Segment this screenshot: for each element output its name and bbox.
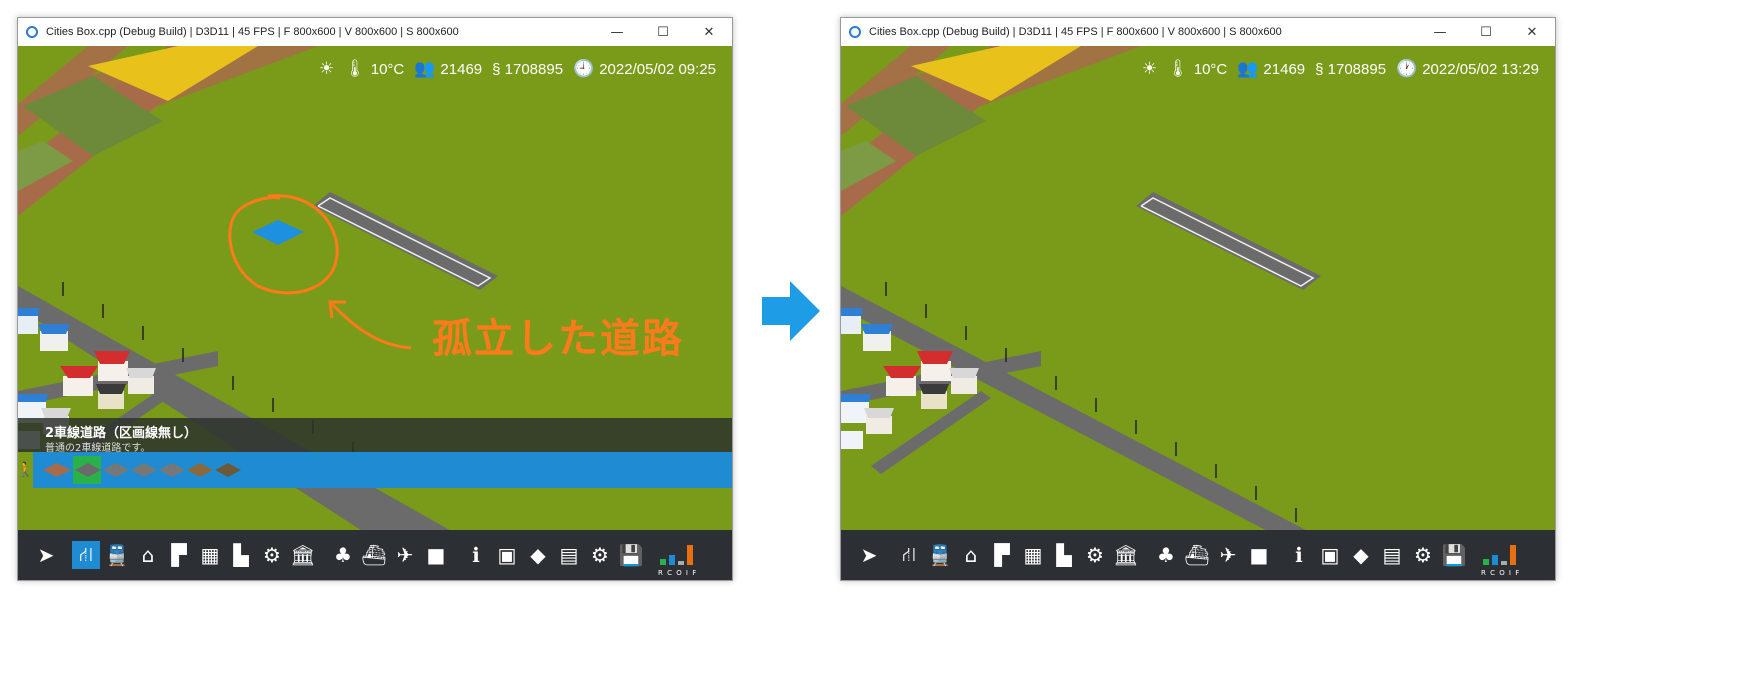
- ship-icon[interactable]: ⛴: [360, 541, 388, 569]
- road-variant-4lane[interactable]: [131, 463, 157, 477]
- thermometer-icon: 🌡: [344, 59, 366, 78]
- status-hud: ☀ 🌡 10°C 👥 21469 § 1708895 🕐 2022/05/02 13:…: [1142, 59, 1539, 79]
- app-icon: [26, 26, 38, 38]
- ship-icon[interactable]: ⛴: [1183, 541, 1211, 569]
- sun-icon: ☀: [1141, 59, 1158, 78]
- right-arrow-icon: [762, 281, 820, 341]
- tool-bar: ➤ ⛙ 🚆 ⌂ ▛ ▦ ▙ ⚙ 🏛 ♣ ⛴ ✈ ■ ℹ ▣ ◆ ▤ ⚙ 💾 R …: [18, 530, 732, 580]
- airplane-icon[interactable]: ✈: [1214, 541, 1242, 569]
- status-hud: ☀ 🌡 10°C 👥 21469 § 1708895 🕘 2022/05/02 09:…: [319, 59, 716, 79]
- app-icon: [849, 26, 861, 38]
- annotation-label: 孤立した道路: [432, 316, 684, 362]
- road-variant-tree-lined[interactable]: [215, 463, 241, 477]
- info-icon[interactable]: ℹ: [462, 541, 490, 569]
- road-icon[interactable]: ⛙: [895, 541, 923, 569]
- finance-icon[interactable]: ▤: [555, 541, 583, 569]
- road-placement-cursor: [252, 220, 304, 245]
- finance-icon[interactable]: ▤: [1378, 541, 1406, 569]
- grid-view-icon[interactable]: ▣: [1316, 541, 1344, 569]
- road-variant-gravel[interactable]: [187, 463, 213, 477]
- close-button[interactable]: ✕: [1509, 18, 1555, 46]
- tool-bar: ➤ ⛙ 🚆 ⌂ ▛ ▦ ▙ ⚙ 🏛 ♣ ⛴ ✈ ■ ℹ ▣ ◆ ▤ ⚙ 💾 R …: [841, 530, 1555, 580]
- window-title: Cities Box.cpp (Debug Build) | D3D11 | 4…: [46, 26, 459, 38]
- population-icon: 👥: [1237, 59, 1259, 78]
- shop-icon[interactable]: ▛: [165, 541, 193, 569]
- road-variant-dirt[interactable]: [43, 463, 71, 477]
- money-value: § 1708895: [1315, 60, 1387, 78]
- clock-icon: 🕐: [1396, 59, 1418, 78]
- settings-icon[interactable]: ⚙: [586, 541, 614, 569]
- eraser-icon[interactable]: ◆: [1347, 541, 1375, 569]
- settings-icon[interactable]: ⚙: [1409, 541, 1437, 569]
- road-variant-strip: [33, 452, 732, 488]
- window-title: Cities Box.cpp (Debug Build) | D3D11 | 4…: [869, 26, 1282, 38]
- public-building-icon[interactable]: 🏛: [1112, 541, 1140, 569]
- minimize-button[interactable]: —: [594, 18, 640, 46]
- minimize-button[interactable]: —: [1417, 18, 1463, 46]
- tree-icon[interactable]: ♣: [1152, 541, 1180, 569]
- airplane-icon[interactable]: ✈: [391, 541, 419, 569]
- blank-tile-icon[interactable]: ■: [422, 541, 450, 569]
- house-icon[interactable]: ⌂: [957, 541, 985, 569]
- save-icon[interactable]: 💾: [1440, 541, 1468, 569]
- population-value: 21469: [440, 60, 483, 78]
- cursor-icon[interactable]: ➤: [855, 541, 883, 569]
- info-icon[interactable]: ℹ: [1285, 541, 1313, 569]
- rcoi-demand-meter[interactable]: R C O I F: [1481, 539, 1521, 577]
- road-icon[interactable]: ⛙: [72, 541, 100, 569]
- money-value: § 1708895: [492, 60, 564, 78]
- datetime-value: 2022/05/02 13:29: [1422, 60, 1539, 78]
- isolated-road[interactable]: [1136, 192, 1321, 290]
- eraser-icon[interactable]: ◆: [524, 541, 552, 569]
- clock-icon: 🕘: [573, 59, 595, 78]
- public-building-icon[interactable]: 🏛: [289, 541, 317, 569]
- pedestrian-road-icon[interactable]: 🚶: [18, 456, 34, 484]
- temperature-value: 10°C: [1193, 60, 1228, 78]
- population-icon: 👥: [414, 59, 436, 78]
- sun-icon: ☀: [318, 59, 335, 78]
- road-info-panel: 2車線道路（区画線無し） 普通の2車線道路です。 🚶: [18, 418, 732, 530]
- right-game-window: Cities Box.cpp (Debug Build) | D3D11 | 4…: [840, 17, 1556, 581]
- house-icon[interactable]: ⌂: [134, 541, 162, 569]
- grid-view-icon[interactable]: ▣: [493, 541, 521, 569]
- population-value: 21469: [1263, 60, 1306, 78]
- close-button[interactable]: ✕: [686, 18, 732, 46]
- factory-icon[interactable]: ▙: [227, 541, 255, 569]
- tree-icon[interactable]: ♣: [329, 541, 357, 569]
- maximize-button[interactable]: ☐: [1463, 18, 1509, 46]
- train-icon[interactable]: 🚆: [926, 541, 954, 569]
- left-title-bar[interactable]: Cities Box.cpp (Debug Build) | D3D11 | 4…: [18, 18, 732, 46]
- rcoi-label: R C O I F: [1481, 569, 1521, 577]
- factory-icon[interactable]: ▙: [1050, 541, 1078, 569]
- shop-icon[interactable]: ▛: [988, 541, 1016, 569]
- cursor-icon[interactable]: ➤: [32, 541, 60, 569]
- blank-tile-icon[interactable]: ■: [1245, 541, 1273, 569]
- tractor-icon[interactable]: ⚙: [258, 541, 286, 569]
- city-map[interactable]: [841, 46, 1555, 580]
- office-icon[interactable]: ▦: [1019, 541, 1047, 569]
- thermometer-icon: 🌡: [1167, 59, 1189, 78]
- right-title-bar[interactable]: Cities Box.cpp (Debug Build) | D3D11 | 4…: [841, 18, 1555, 46]
- road-variant-2lane[interactable]: [103, 463, 129, 477]
- save-icon[interactable]: 💾: [617, 541, 645, 569]
- isolated-road[interactable]: [313, 192, 498, 290]
- temperature-value: 10°C: [370, 60, 405, 78]
- maximize-button[interactable]: ☐: [640, 18, 686, 46]
- left-game-window: Cities Box.cpp (Debug Build) | D3D11 | 4…: [17, 17, 733, 581]
- annotation-circle: [228, 194, 339, 295]
- tractor-icon[interactable]: ⚙: [1081, 541, 1109, 569]
- datetime-value: 2022/05/02 09:25: [599, 60, 716, 78]
- game-viewport[interactable]: ☀ 🌡 10°C 👥 21469 § 1708895 🕐 2022/05/02 13:…: [841, 46, 1555, 580]
- train-icon[interactable]: 🚆: [103, 541, 131, 569]
- rcoi-demand-meter[interactable]: R C O I F: [658, 539, 698, 577]
- annotation-arrow: [330, 302, 412, 350]
- rcoi-label: R C O I F: [658, 569, 698, 577]
- office-icon[interactable]: ▦: [196, 541, 224, 569]
- road-variant-avenue[interactable]: [159, 463, 185, 477]
